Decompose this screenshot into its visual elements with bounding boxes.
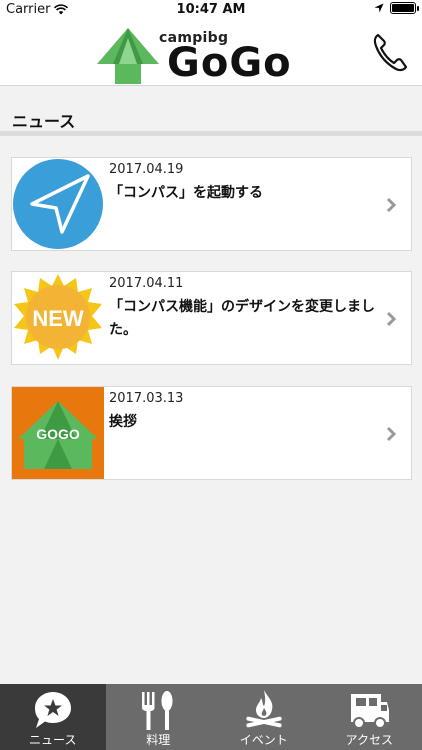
battery-icon	[390, 2, 419, 14]
chevron-right-icon	[386, 311, 397, 327]
tab-news[interactable]: ニュース	[0, 684, 106, 750]
tab-access[interactable]: アクセス	[317, 684, 422, 750]
tab-cooking[interactable]: 料理	[106, 684, 212, 750]
page-title: ニュース	[12, 112, 76, 131]
news-title: 「コンパス」を起動する	[109, 185, 263, 201]
location-arrow-icon	[374, 3, 384, 13]
campfire-icon	[246, 690, 282, 728]
phone-icon[interactable]	[372, 32, 408, 72]
news-bubble-icon	[34, 692, 71, 728]
section-divider	[0, 131, 422, 136]
news-date: 2017.03.13	[109, 391, 184, 406]
tab-label: ニュース	[29, 733, 77, 747]
gogo-badge-text: GOGO	[36, 426, 80, 442]
news-title: 「コンパス機能」のデザインを変更しました。	[109, 299, 375, 338]
news-item[interactable]: NEW 2017.04.11 「コンパス機能」のデザインを変更しました。	[11, 271, 412, 365]
gogo-tent-icon: GOGO	[12, 387, 104, 479]
tab-label: イベント	[239, 733, 288, 747]
tab-label: 料理	[146, 733, 171, 747]
chevron-right-icon	[386, 197, 397, 213]
compass-arrow-icon	[13, 159, 103, 249]
tab-events[interactable]: イベント	[211, 684, 317, 750]
app-header: campibg GoGo	[0, 20, 422, 86]
news-item[interactable]: 2017.04.19 「コンパス」を起動する	[11, 157, 412, 251]
status-bar: Carrier 10:47 AM	[0, 0, 422, 20]
news-date: 2017.04.19	[109, 162, 184, 177]
news-thumbnail: NEW	[12, 272, 104, 364]
news-date: 2017.04.11	[109, 276, 184, 291]
app-logo[interactable]: campibg GoGo	[95, 24, 310, 84]
news-item[interactable]: GOGO 2017.03.13 挨拶	[11, 386, 412, 480]
camper-van-icon	[351, 694, 390, 729]
new-badge-text: NEW	[32, 306, 84, 331]
logo-title: GoGo	[167, 40, 292, 86]
news-thumbnail: GOGO	[12, 387, 104, 479]
status-time: 10:47 AM	[176, 2, 246, 17]
logo-tent-icon	[97, 28, 159, 84]
tab-bar: ニュース 料理 イベント アクセス	[0, 684, 422, 750]
new-badge-icon: NEW	[14, 274, 102, 360]
news-thumbnail	[12, 158, 104, 250]
cutlery-icon	[142, 691, 173, 730]
news-title: 挨拶	[109, 414, 137, 430]
tab-label: アクセス	[345, 733, 393, 747]
chevron-right-icon	[386, 426, 397, 442]
